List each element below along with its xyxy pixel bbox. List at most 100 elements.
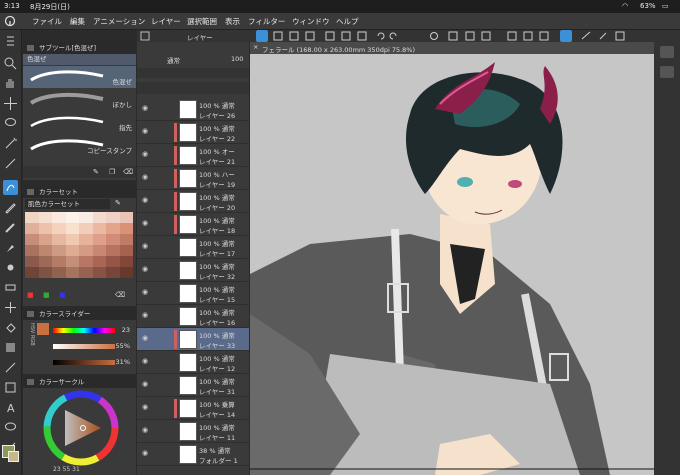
eye-icon[interactable]: ◉ — [142, 242, 148, 250]
layer-row[interactable]: ◉ 100 % 乗算 レイヤー 14 — [137, 397, 249, 420]
color-swatch[interactable] — [119, 256, 133, 267]
frame-icon[interactable] — [3, 380, 18, 395]
zoom-icon[interactable] — [3, 56, 18, 71]
layer-row[interactable]: ◉ 100 % ハー レイヤー 19 — [137, 167, 249, 190]
color-swatch[interactable] — [119, 223, 133, 234]
color-swatch[interactable] — [25, 234, 39, 245]
layer-row[interactable]: ◉ 38 % 通常 フォルダー 1 — [137, 443, 249, 466]
color-swatch[interactable] — [119, 234, 133, 245]
color-swatch[interactable] — [79, 212, 93, 223]
color-swatch[interactable] — [65, 256, 79, 267]
eye-icon[interactable]: ◉ — [142, 311, 148, 319]
color-swatch[interactable] — [92, 212, 106, 223]
navigator-icon[interactable] — [660, 46, 674, 58]
arrange-icon[interactable] — [3, 34, 18, 49]
color-swatch[interactable] — [52, 234, 66, 245]
layer-row[interactable]: ◉ 100 % オー レイヤー 21 — [137, 144, 249, 167]
subtool-group-tab[interactable]: 色混ぜ — [23, 54, 136, 65]
pencil-icon[interactable] — [3, 220, 18, 235]
opacity-value[interactable]: 100 — [231, 55, 243, 63]
color-swatch[interactable] — [92, 245, 106, 256]
mode-rgb[interactable]: RGB — [29, 335, 35, 346]
eye-icon[interactable]: ◉ — [142, 104, 148, 112]
menu-layer[interactable]: レイヤー — [151, 16, 181, 27]
color-swatch[interactable] — [65, 234, 79, 245]
menu-view[interactable]: 表示 — [225, 16, 240, 27]
hue-slider[interactable] — [53, 328, 115, 333]
color-swatch[interactable] — [92, 223, 106, 234]
color-swatch[interactable] — [92, 234, 106, 245]
brush-item-finger[interactable]: 指先 — [23, 112, 136, 134]
layer-row[interactable]: ◉ 100 % 通常 レイヤー 16 — [137, 305, 249, 328]
canvas[interactable] — [250, 54, 654, 475]
color-swatch[interactable] — [38, 234, 52, 245]
color-swatch[interactable] — [38, 223, 52, 234]
color-swatch[interactable] — [119, 212, 133, 223]
color-swatch[interactable] — [106, 267, 120, 278]
line-icon[interactable] — [3, 360, 18, 375]
color-swatch[interactable] — [25, 267, 39, 278]
text-icon[interactable]: A — [3, 400, 18, 415]
trash-icon[interactable]: ⌫ — [123, 168, 133, 176]
color-swatch[interactable] — [79, 256, 93, 267]
value-slider[interactable] — [53, 360, 115, 365]
eraser-icon[interactable] — [3, 280, 18, 295]
eye-icon[interactable]: ◉ — [142, 357, 148, 365]
wrench-icon[interactable]: ✎ — [115, 199, 121, 207]
eye-icon[interactable]: ◉ — [142, 265, 148, 273]
eye-icon[interactable]: ◉ — [142, 196, 148, 204]
eyedropper-icon[interactable] — [3, 156, 18, 171]
lasso-icon[interactable] — [3, 116, 18, 131]
color-swatch[interactable] — [52, 212, 66, 223]
color-swatch[interactable] — [65, 223, 79, 234]
color-swatch[interactable] — [52, 267, 66, 278]
sparkle-icon[interactable] — [3, 300, 18, 315]
layer-row[interactable]: ◉ 100 % 通常 レイヤー 20 — [137, 190, 249, 213]
eye-icon[interactable]: ◉ — [142, 334, 148, 342]
layer-row[interactable]: ◉ 100 % 通常 レイヤー 12 — [137, 351, 249, 374]
mode-hsv[interactable]: HSV — [29, 323, 35, 333]
layer-row[interactable]: ◉ 100 % 通常 レイヤー 31 — [137, 374, 249, 397]
layer-row[interactable]: ◉ 100 % 通常 レイヤー 26 — [137, 98, 249, 121]
color-swatch[interactable] — [106, 245, 120, 256]
airbrush-icon[interactable] — [3, 260, 18, 275]
layer-row[interactable]: ◉ 100 % 通常 レイヤー 22 — [137, 121, 249, 144]
color-swatch[interactable] — [106, 212, 120, 223]
trash-icon[interactable]: ⌫ — [115, 291, 125, 299]
move-icon[interactable] — [3, 96, 18, 111]
gradient-icon[interactable] — [3, 340, 18, 355]
color-swatch[interactable] — [65, 267, 79, 278]
hand-icon[interactable] — [3, 76, 18, 91]
balloon-icon[interactable] — [3, 420, 18, 435]
color-swatch[interactable] — [52, 245, 66, 256]
close-icon[interactable]: × — [253, 43, 258, 51]
menu-edit[interactable]: 編集 — [70, 16, 85, 27]
color-swatch[interactable] — [92, 267, 106, 278]
eye-icon[interactable]: ◉ — [142, 127, 148, 135]
color-swatch[interactable] — [38, 212, 52, 223]
color-swatch[interactable] — [25, 212, 39, 223]
eye-icon[interactable]: ◉ — [142, 150, 148, 158]
eye-icon[interactable]: ◉ — [142, 449, 148, 457]
color-swatch[interactable] — [92, 256, 106, 267]
color-swatch[interactable] — [25, 223, 39, 234]
color-swatch[interactable] — [106, 223, 120, 234]
brush-icon[interactable] — [3, 240, 18, 255]
layer-row[interactable]: ◉ 100 % 通常 レイヤー 15 — [137, 282, 249, 305]
color-swatch[interactable] — [79, 245, 93, 256]
duplicate-icon[interactable]: ❐ — [109, 168, 115, 176]
color-swatch[interactable] — [65, 212, 79, 223]
menu-window[interactable]: ウィンドウ — [292, 16, 330, 27]
eye-icon[interactable]: ◉ — [142, 426, 148, 434]
eye-icon[interactable]: ◉ — [142, 288, 148, 296]
color-swatch[interactable] — [106, 256, 120, 267]
blend-tool-icon[interactable] — [3, 180, 18, 195]
magic-wand-icon[interactable] — [3, 136, 18, 151]
app-logo-icon[interactable] — [4, 15, 16, 27]
menu-selection[interactable]: 選択範囲 — [187, 16, 217, 27]
fill-icon[interactable] — [3, 320, 18, 335]
sub-color-swatch[interactable] — [8, 451, 19, 462]
wrench-icon[interactable]: ✎ — [93, 168, 99, 176]
color-swatch[interactable] — [25, 256, 39, 267]
color-swatch[interactable] — [38, 267, 52, 278]
